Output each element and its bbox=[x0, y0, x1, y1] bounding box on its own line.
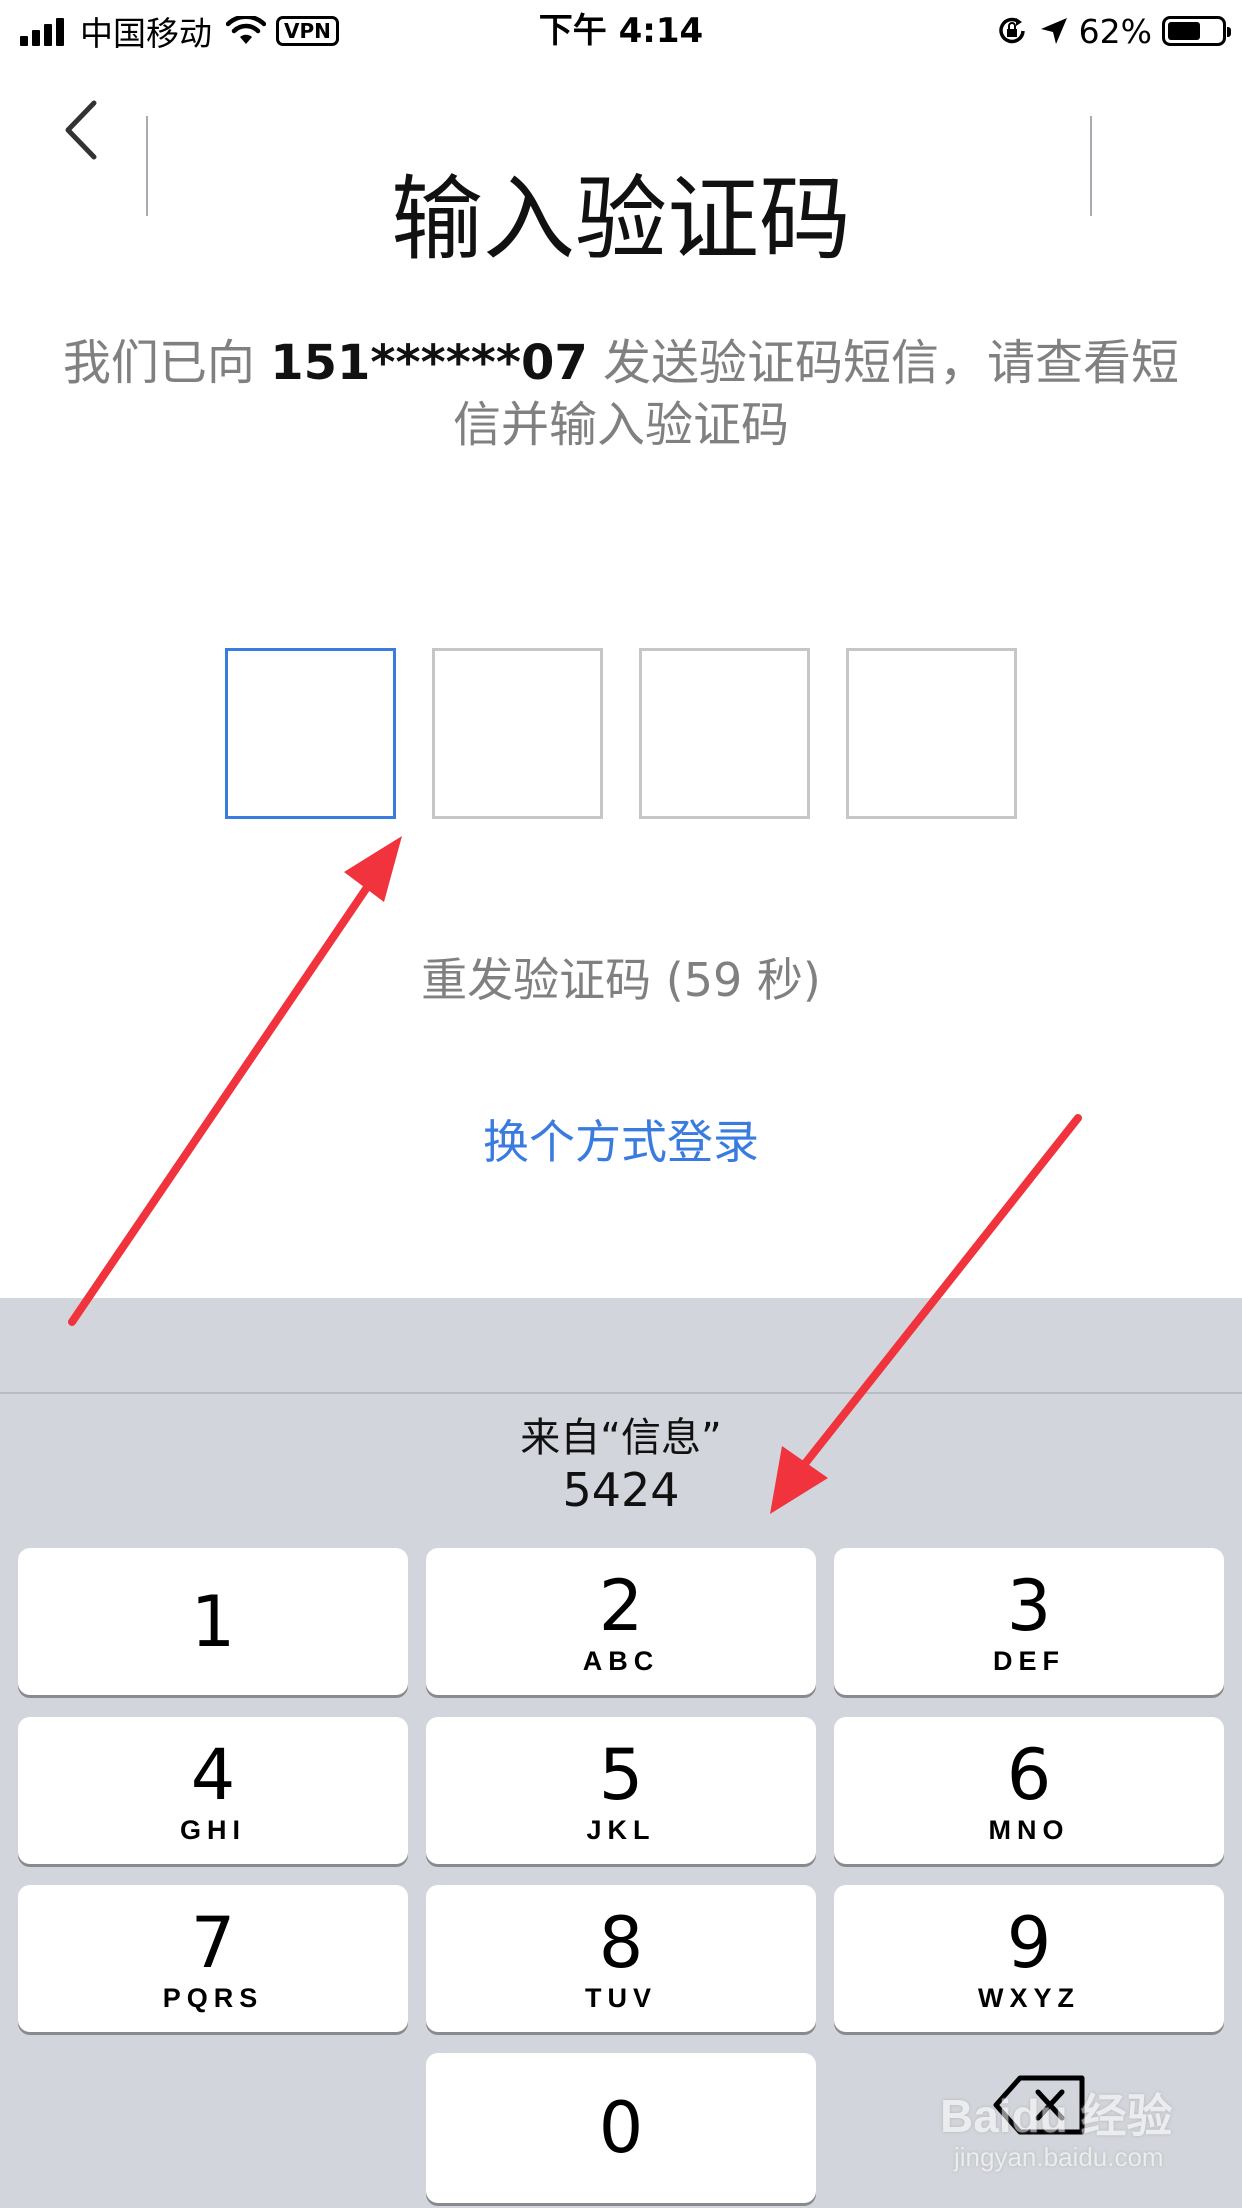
resend-code-countdown: 重发验证码 (59 秒) bbox=[421, 953, 821, 1007]
location-arrow-icon bbox=[1040, 18, 1067, 44]
key-letters: DEF bbox=[993, 1645, 1065, 1676]
key-2[interactable]: 2 ABC bbox=[426, 1548, 816, 1695]
rotation-lock-icon bbox=[998, 17, 1025, 44]
key-8[interactable]: 8 TUV bbox=[426, 1885, 816, 2032]
masked-phone-number: 151******07 bbox=[270, 335, 588, 391]
key-4[interactable]: 4 GHI bbox=[18, 1717, 408, 1864]
message-prefix: 我们已向 bbox=[62, 335, 271, 391]
key-7[interactable]: 7 PQRS bbox=[18, 1885, 408, 2032]
key-digit: 9 bbox=[1006, 1901, 1052, 1984]
key-9[interactable]: 9 WXYZ bbox=[834, 1885, 1224, 2032]
keyboard-toolbar bbox=[0, 1298, 1242, 1394]
key-digit: 0 bbox=[598, 2087, 644, 2169]
status-bar: 中国移动 VPN 下午 4:14 62% bbox=[0, 0, 1242, 62]
code-digit-box-3[interactable] bbox=[639, 648, 810, 819]
code-digit-box-2[interactable] bbox=[432, 648, 603, 819]
key-letters: ABC bbox=[582, 1645, 660, 1676]
key-3[interactable]: 3 DEF bbox=[834, 1548, 1224, 1695]
key-digit: 5 bbox=[598, 1733, 644, 1816]
key-digit: 4 bbox=[190, 1733, 236, 1816]
key-letters: GHI bbox=[179, 1814, 246, 1845]
key-digit: 8 bbox=[598, 1901, 644, 1984]
switch-login-method-link[interactable]: 换个方式登录 bbox=[0, 1110, 1242, 1174]
watermark-url: jingyan.baidu.com bbox=[954, 2142, 1164, 2172]
key-digit: 2 bbox=[598, 1564, 644, 1647]
sms-sent-message: 我们已向 151******07 发送验证码短信，请查看短信并输入验证码 bbox=[50, 332, 1192, 456]
back-button[interactable] bbox=[50, 90, 110, 170]
status-right: 62% bbox=[995, 10, 1231, 52]
key-letters: JKL bbox=[586, 1814, 656, 1845]
chevron-left-icon bbox=[65, 100, 97, 160]
key-letters: TUV bbox=[585, 1982, 657, 2013]
key-digit: 3 bbox=[1006, 1564, 1052, 1647]
key-letters: PQRS bbox=[162, 1982, 264, 2013]
code-digit-box-1[interactable] bbox=[225, 648, 396, 819]
baidu-watermark: Baidu 经验 jingyan.baidu.com bbox=[940, 2080, 1230, 2190]
key-letters: WXYZ bbox=[978, 1982, 1080, 2013]
suggestion-divider-right bbox=[1090, 116, 1092, 216]
key-0[interactable]: 0 bbox=[426, 2053, 816, 2203]
battery-percentage: 62% bbox=[1078, 11, 1152, 51]
key-5[interactable]: 5 JKL bbox=[426, 1717, 816, 1864]
battery-icon bbox=[1162, 16, 1231, 46]
suggestion-divider-left bbox=[146, 116, 148, 216]
key-digit: 7 bbox=[190, 1901, 236, 1984]
code-digit-box-4[interactable] bbox=[846, 648, 1017, 819]
key-6[interactable]: 6 MNO bbox=[834, 1717, 1224, 1864]
key-1[interactable]: 1 bbox=[18, 1548, 408, 1695]
key-digit: 1 bbox=[190, 1580, 236, 1663]
page-title: 输入验证码 bbox=[390, 166, 851, 273]
verification-code-input[interactable] bbox=[225, 648, 1017, 819]
arrow-to-code-box bbox=[68, 836, 402, 1326]
suggested-code[interactable]: 5424 bbox=[0, 1462, 1242, 1518]
key-digit: 6 bbox=[1006, 1733, 1052, 1816]
watermark-brand: Baidu 经验 bbox=[940, 2090, 1173, 2142]
suggestion-source-label[interactable]: 来自“信息” bbox=[0, 1412, 1242, 1464]
key-letters: MNO bbox=[988, 1814, 1070, 1845]
